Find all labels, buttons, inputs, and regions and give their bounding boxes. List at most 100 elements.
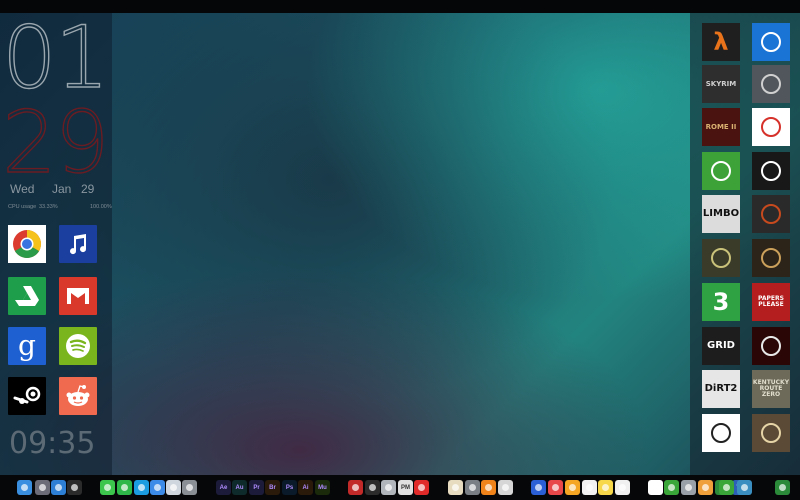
illustrator-icon: Ai	[302, 484, 309, 491]
finder-dock-item[interactable]	[17, 480, 32, 495]
after-effects-icon: Ae	[219, 484, 228, 491]
muse-dock-item[interactable]: Mu	[315, 480, 330, 495]
system-prefs-dock-item[interactable]	[465, 480, 480, 495]
facetime-dock-item[interactable]	[117, 480, 132, 495]
illustrator-dock-item[interactable]: Ai	[298, 480, 313, 495]
fallout2-icon	[761, 423, 781, 443]
meat-boy-icon	[761, 117, 781, 137]
digital-clock: 09:35	[9, 426, 96, 461]
pixelmator-icon: PM	[401, 484, 410, 491]
pixelmator-dock-item[interactable]: PM	[398, 480, 413, 495]
mail-dock-item[interactable]	[150, 480, 165, 495]
counter-strike-icon	[711, 423, 731, 443]
sketch-icon	[569, 484, 576, 491]
bridge-icon: Br	[269, 484, 276, 491]
batman-icon	[761, 74, 781, 94]
clock-hour: 01	[1, 8, 110, 108]
launchpad-icon	[39, 484, 46, 491]
textedit-dock-item[interactable]	[582, 480, 597, 495]
game-tile[interactable]: λ	[702, 23, 740, 61]
calendar-dock-item[interactable]	[648, 480, 663, 495]
fallout-icon	[711, 248, 731, 268]
grid-icon: GRID	[707, 340, 735, 351]
preview-icon	[186, 484, 193, 491]
messages-dock-item[interactable]	[100, 480, 115, 495]
trash-dock-item[interactable]	[737, 480, 752, 495]
excel-icon	[779, 484, 786, 491]
dock: AeAuPrBrPsAiMuPMW	[0, 475, 800, 500]
bridge-dock-item[interactable]: Br	[265, 480, 280, 495]
app-red-dock-item[interactable]	[548, 480, 563, 495]
numbers-dock-item[interactable]	[719, 480, 734, 495]
audition-dock-item[interactable]: Au	[232, 480, 247, 495]
game-tile[interactable]	[752, 152, 790, 190]
steam-tile[interactable]	[8, 377, 46, 415]
itunes-dock-item[interactable]	[531, 480, 546, 495]
skype-dock-item[interactable]	[134, 480, 149, 495]
calendar-icon	[652, 484, 659, 491]
game-tile[interactable]: ROME II	[702, 108, 740, 146]
dirt2-icon: DiRT2	[704, 383, 738, 394]
sketch-dock-item[interactable]	[565, 480, 580, 495]
game-tile[interactable]	[702, 414, 740, 452]
game-tile[interactable]: GRID	[702, 327, 740, 365]
after-effects-dock-item[interactable]: Ae	[216, 480, 231, 495]
game-tile[interactable]: KENTUCKY ROUTE ZERO	[752, 370, 790, 408]
green-leaf-dock-item[interactable]	[664, 480, 679, 495]
game-tile[interactable]	[752, 108, 790, 146]
youtube-dock-item[interactable]	[414, 480, 429, 495]
menu-bar	[0, 0, 800, 13]
excel-dock-item[interactable]	[775, 480, 790, 495]
game-tile[interactable]	[752, 414, 790, 452]
gmail-tile[interactable]	[59, 277, 97, 315]
reminders-dock-item[interactable]	[615, 480, 630, 495]
photo-editor-dock-item[interactable]	[381, 480, 396, 495]
game-tile[interactable]: 3	[702, 283, 740, 321]
photos-dock-item[interactable]	[166, 480, 181, 495]
safari-dock-item[interactable]	[51, 480, 66, 495]
vlc-dock-item[interactable]	[481, 480, 496, 495]
youtube-icon	[418, 484, 425, 491]
notes-dock-item[interactable]	[598, 480, 613, 495]
amazon-dock-item[interactable]	[698, 480, 713, 495]
game-tile[interactable]: LIMBO	[702, 195, 740, 233]
game-tile[interactable]	[752, 239, 790, 277]
gears-dock-item[interactable]	[448, 480, 463, 495]
tools-dock-item[interactable]	[681, 480, 696, 495]
game-tile[interactable]	[702, 239, 740, 277]
mail-icon	[154, 484, 161, 491]
date-weekday: Wed	[10, 182, 35, 196]
messages-icon	[104, 484, 111, 491]
game-tile[interactable]: PAPERS PLEASE	[752, 283, 790, 321]
disk-utility-dock-item[interactable]	[498, 480, 513, 495]
game-tile[interactable]	[752, 65, 790, 103]
itunes-tile[interactable]	[59, 225, 97, 263]
date-day: 29	[81, 182, 95, 196]
chrome-tile[interactable]	[8, 225, 46, 263]
premiere-dock-item[interactable]: Pr	[249, 480, 264, 495]
reddit-tile[interactable]	[59, 377, 97, 415]
google-drive-tile[interactable]	[8, 277, 46, 315]
game-tile[interactable]	[702, 152, 740, 190]
preview-dock-item[interactable]	[182, 480, 197, 495]
textedit-icon	[586, 484, 593, 491]
google-g-icon: g	[18, 329, 36, 362]
spotify-tile[interactable]	[59, 327, 97, 365]
red-app-icon	[352, 484, 359, 491]
game-tile[interactable]: DiRT2	[702, 370, 740, 408]
game-tile[interactable]	[752, 195, 790, 233]
clapper-dock-item[interactable]	[365, 480, 380, 495]
terminal-dock-item[interactable]	[67, 480, 82, 495]
portal-figure-icon	[761, 32, 781, 52]
tf2-icon	[761, 204, 781, 224]
google-tile[interactable]: g	[8, 327, 46, 365]
launchpad-dock-item[interactable]	[35, 480, 50, 495]
game-tile[interactable]	[752, 23, 790, 61]
cpu-usage-label: CPU usage	[8, 204, 37, 210]
red-app-dock-item[interactable]	[348, 480, 363, 495]
game-tile[interactable]	[752, 327, 790, 365]
game-tile[interactable]: SKYRIM	[702, 65, 740, 103]
music-note-icon	[66, 232, 90, 256]
photoshop-dock-item[interactable]: Ps	[282, 480, 297, 495]
left-widget-panel: 01 29 Wed Jan 29 CPU usage 33.33% 100.00…	[0, 13, 112, 487]
